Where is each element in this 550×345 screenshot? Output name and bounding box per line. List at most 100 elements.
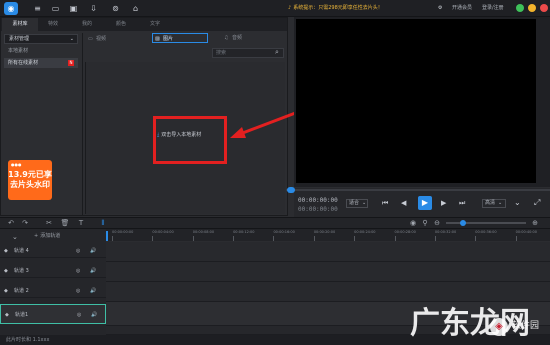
zoom-out-icon[interactable]: ⊖ — [432, 218, 442, 228]
step-back-icon[interactable]: ⏮ — [382, 199, 388, 208]
login-link[interactable]: 登录/注册 — [482, 3, 504, 14]
ruler-tick — [152, 236, 154, 241]
track-lane[interactable] — [106, 242, 550, 262]
volume-icon[interactable]: 🔊 — [90, 244, 96, 258]
prev-frame-icon[interactable]: ◀ — [401, 199, 406, 207]
ruler-label: 00:00:32:00 — [434, 230, 457, 234]
minimize-button[interactable] — [516, 4, 524, 12]
progress-handle[interactable] — [287, 187, 295, 193]
zoom-in-icon[interactable]: ⊕ — [530, 218, 540, 228]
eye-icon[interactable]: ◎ — [76, 244, 80, 258]
timecode-total: 00:00:00:00 — [298, 206, 338, 213]
ruler-tick — [233, 236, 235, 241]
camera-icon[interactable]: ◉ — [408, 218, 418, 228]
tab-mine[interactable]: 我的 — [72, 18, 102, 31]
eye-icon[interactable]: ◎ — [77, 305, 81, 325]
close-button[interactable] — [540, 4, 548, 12]
zoom-slider[interactable] — [446, 222, 526, 224]
step-forward-icon[interactable]: ⏭ — [459, 199, 465, 208]
collapse-icon[interactable]: ⌄ — [514, 198, 521, 207]
volume-icon[interactable]: 🔊 — [90, 264, 96, 278]
upload-icon[interactable]: ⊚ — [110, 3, 121, 14]
track-header[interactable]: ◆ 轨道 4 ◎ 🔊 — [0, 244, 106, 258]
filter-image[interactable]: ▨ 图片 — [152, 33, 208, 43]
category-online[interactable]: 所有在线素材 N — [4, 58, 78, 68]
progress-track[interactable] — [286, 189, 550, 191]
delete-icon[interactable]: 🗑 — [60, 218, 70, 228]
ruler-tick — [434, 236, 436, 241]
snap-icon[interactable]: ⫴ — [98, 218, 108, 228]
track-header[interactable]: ◆ 轨道 2 ◎ 🔊 — [0, 284, 106, 298]
volume-icon[interactable]: 🔊 — [91, 305, 97, 325]
highlight-box — [153, 116, 227, 164]
lock-icon: ◆ — [4, 248, 8, 254]
save-icon[interactable]: ▣ — [68, 3, 79, 14]
add-track-button[interactable]: + 添加轨道 — [34, 232, 60, 239]
track-lane[interactable] — [106, 262, 550, 282]
settings-icon[interactable]: ⚙ — [438, 3, 442, 14]
chevron-down-icon: ⌄ — [498, 200, 503, 206]
playhead[interactable] — [106, 231, 108, 241]
ruler-label: 00:00:24:00 — [354, 230, 376, 234]
system-notice[interactable]: ♪ 系统提示：只需298元即享任性去片头！ — [288, 3, 383, 14]
ruler-label: 00:00:16:00 — [273, 230, 295, 234]
marker-icon[interactable]: ⚲ — [420, 218, 430, 228]
timeline-ruler[interactable]: 00:00:00:00 00:00:04:00 00:00:08:00 00:00:1… — [106, 229, 550, 241]
track-header-selected[interactable]: ◆ 轨道1 ◎ 🔊 — [0, 304, 106, 324]
category-select[interactable]: 素材管理 ⌄ — [4, 34, 78, 44]
new-file-icon[interactable]: ▭ — [50, 3, 61, 14]
ruler-tick — [354, 236, 356, 241]
menu-icon[interactable]: ≡ — [32, 3, 43, 14]
filter-audio[interactable]: ♫ 音频 — [222, 33, 282, 43]
music-icon: ♫ — [224, 35, 229, 41]
divider — [82, 33, 83, 215]
lock-icon: ◆ — [4, 288, 8, 294]
eye-icon[interactable]: ◎ — [76, 284, 80, 298]
lock-icon: ◆ — [5, 312, 9, 318]
ad-logo-icon: ●●● — [11, 162, 22, 167]
tab-effects[interactable]: 特效 — [38, 18, 68, 31]
video-icon: ▭ — [88, 36, 93, 42]
ruler-tick — [515, 236, 517, 241]
search-icon[interactable]: ⌕ — [275, 48, 279, 57]
next-frame-icon[interactable]: ▶ — [441, 199, 446, 207]
tab-library[interactable]: 素材库 — [2, 18, 38, 31]
preview-screen — [296, 19, 536, 183]
undo-icon[interactable]: ↶ — [6, 218, 16, 228]
watermark-sub: 软件园 — [512, 321, 540, 331]
tab-text[interactable]: 文字 — [140, 18, 170, 31]
play-button[interactable]: ▶ — [418, 196, 432, 210]
search-input[interactable]: 搜索 — [212, 48, 284, 58]
ruler-tick — [313, 236, 315, 241]
ruler-label: 00:00:36:00 — [475, 230, 497, 234]
ruler-tick — [273, 236, 275, 241]
tab-colors[interactable]: 颜色 — [106, 18, 136, 31]
ruler-label: 00:00:20:00 — [313, 230, 336, 234]
timecode-current: 00:00:00:00 — [298, 197, 338, 204]
export-icon[interactable]: ⇩ — [88, 3, 99, 14]
fullscreen-icon[interactable]: ⤢ — [534, 198, 540, 208]
quality-select[interactable]: 高清 ⌄ — [482, 199, 506, 208]
open-member-link[interactable]: 开通会员 — [452, 3, 472, 14]
filter-video[interactable]: ▭ 视频 — [85, 33, 150, 43]
eye-icon[interactable]: ◎ — [76, 264, 80, 278]
scroll-down-icon[interactable]: ⌄ — [12, 233, 18, 241]
new-badge: N — [68, 60, 74, 66]
redo-icon[interactable]: ↷ — [20, 218, 30, 228]
cut-icon[interactable]: ✂ — [44, 218, 54, 228]
text-tool-icon[interactable]: T — [76, 218, 86, 228]
lock-icon: ◆ — [4, 268, 8, 274]
promo-ad[interactable]: ●●● 13.9元已享 去片头水印 — [8, 160, 52, 200]
annotation-arrow — [230, 110, 299, 138]
ruler-label: 00:00:28:00 — [394, 230, 416, 234]
image-icon: ▨ — [155, 36, 160, 42]
zoom-slider-handle[interactable] — [460, 220, 466, 226]
category-local[interactable]: 本地素材 — [4, 46, 78, 56]
import-prompt[interactable]: ⤓ 双击导入本地素材 — [157, 131, 201, 138]
home-icon[interactable]: ⌂ — [130, 3, 141, 14]
volume-icon[interactable]: 🔊 — [90, 284, 96, 298]
ruler-tick — [394, 236, 396, 241]
track-header[interactable]: ◆ 轨道 3 ◎ 🔊 — [0, 264, 106, 278]
fit-select[interactable]: 适合 ⌄ — [346, 199, 368, 208]
maximize-button[interactable] — [528, 4, 536, 12]
